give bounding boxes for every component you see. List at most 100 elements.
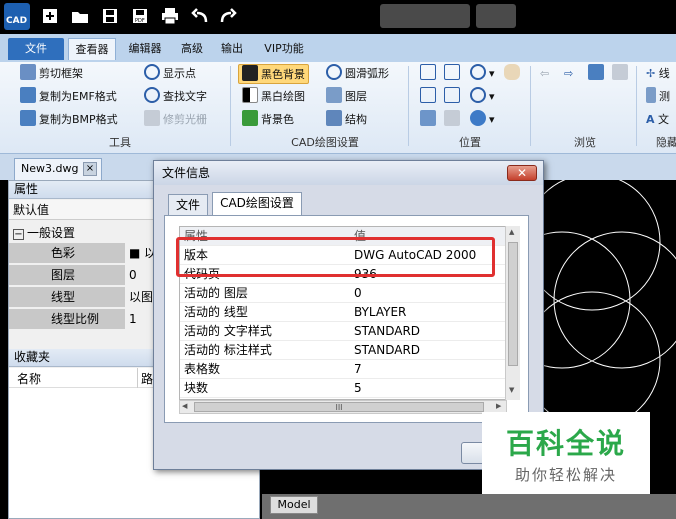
column-header-name[interactable]: 名称 <box>17 370 41 387</box>
export-icon <box>588 64 604 80</box>
arrow-right-icon: ⇨ <box>564 67 574 80</box>
extents-button[interactable] <box>444 87 463 107</box>
black-white-icon <box>242 87 258 103</box>
tab-model[interactable]: Model <box>270 496 318 514</box>
property-name: 色彩 <box>9 243 125 263</box>
clip-frame-button[interactable]: 剪切框架 <box>20 64 83 84</box>
trim-raster-button[interactable]: 修剪光栅 <box>144 110 207 130</box>
zoom-out-button[interactable]: ▾ <box>470 87 495 107</box>
hand-icon <box>504 64 520 80</box>
background-color-button[interactable]: 背景色 <box>242 110 294 130</box>
app-logo-text: CAD <box>6 16 28 26</box>
tab-advanced[interactable]: 高级 <box>174 38 210 60</box>
show-points-button[interactable]: 显示点 <box>144 64 196 84</box>
grid-row[interactable]: 活动的 线型 BYLAYER <box>180 303 508 322</box>
black-background-button[interactable]: 黑色背景 <box>238 64 309 84</box>
document-tab-label: New3.dwg <box>21 162 79 175</box>
position-tool-icon <box>420 110 436 126</box>
layers-button[interactable]: 图层 <box>326 87 367 107</box>
grid-row[interactable]: 块数 5 <box>180 379 508 398</box>
emf-icon <box>20 87 36 103</box>
browse-export-button[interactable] <box>588 64 607 84</box>
hidden-text-button[interactable]: A 文 <box>646 110 669 130</box>
watermark: 百科全说 助你轻松解决 <box>482 412 650 494</box>
black-background-icon <box>242 65 258 81</box>
smooth-arc-button[interactable]: 圆滑弧形 <box>326 64 389 84</box>
grid-row[interactable]: 活动的 标注样式 STANDARD <box>180 341 508 360</box>
zoom-out-icon <box>470 87 486 103</box>
position-tool-disabled-button[interactable] <box>444 110 463 130</box>
save-icon[interactable] <box>100 6 120 26</box>
group-label-cad-settings: CAD绘图设置 <box>291 136 359 149</box>
close-icon[interactable]: × <box>83 162 97 176</box>
layout-tab-strip <box>262 494 676 519</box>
close-icon[interactable]: ✕ <box>507 165 537 181</box>
redo-icon[interactable] <box>218 6 238 26</box>
find-text-button[interactable]: 查找文字 <box>144 87 207 107</box>
save-as-pdf-icon[interactable]: PDF <box>130 6 150 26</box>
tab-viewer[interactable]: 查看器 <box>68 38 116 60</box>
browse-import-button[interactable] <box>612 64 631 84</box>
column-divider <box>137 368 138 388</box>
tab-file[interactable]: 文件 <box>8 38 64 60</box>
tab-vip[interactable]: VIP功能 <box>256 38 312 60</box>
scroll-up-icon[interactable]: ▲ <box>509 228 514 236</box>
group-label-browse: 浏览 <box>574 136 596 149</box>
blurred-title-area <box>380 4 470 28</box>
black-white-button[interactable]: 黑白绘图 <box>242 87 305 107</box>
app-logo-icon[interactable]: CAD <box>4 3 30 30</box>
vertical-scrollbar[interactable]: ▲ ▼ <box>505 226 520 400</box>
column-header-path[interactable]: 路 <box>141 370 153 387</box>
watermark-title: 百科全说 <box>505 427 626 460</box>
trim-raster-icon <box>144 110 160 126</box>
background-color-icon <box>242 110 258 126</box>
grid-row[interactable]: 活动的 图层 0 <box>180 284 508 303</box>
collapse-icon[interactable]: − <box>13 229 24 240</box>
ribbon-panel: 剪切框架 复制为EMF格式 复制为BMP格式 显示点 查找文字 修剪光栅 工具 … <box>0 62 676 154</box>
hidden-line-button[interactable]: ✢ 线 <box>646 64 670 84</box>
bmp-icon <box>20 110 36 126</box>
tab-editor[interactable]: 编辑器 <box>120 38 170 60</box>
print-icon[interactable] <box>160 6 180 26</box>
clip-frame-icon <box>20 64 36 80</box>
grid-row[interactable]: 表格数 7 <box>180 360 508 379</box>
scroll-left-icon[interactable]: ◀ <box>182 402 187 410</box>
scroll-down-icon[interactable]: ▼ <box>509 386 514 394</box>
zoom-window-button[interactable] <box>444 64 463 84</box>
fit-button[interactable] <box>420 87 439 107</box>
horizontal-scrollbar[interactable]: ◀ III ▶ <box>179 400 507 414</box>
position-tool-button[interactable] <box>420 110 439 130</box>
disabled-tool-icon <box>444 110 460 126</box>
undo-icon[interactable] <box>190 6 210 26</box>
copy-emf-button[interactable]: 复制为EMF格式 <box>20 87 117 107</box>
hidden-measure-button[interactable]: 测 <box>646 87 670 107</box>
tab-cad-drawing-settings[interactable]: CAD绘图设置 <box>212 192 302 216</box>
pan-window-button[interactable] <box>420 64 439 84</box>
scroll-thumb[interactable] <box>508 242 518 366</box>
orbit-button[interactable]: ▾ <box>470 110 495 130</box>
zoom-in-button[interactable]: ▾ <box>470 64 495 84</box>
quick-access-toolbar: CAD PDF <box>0 0 676 34</box>
document-tab[interactable]: New3.dwg × <box>14 158 102 180</box>
text-a-icon: A <box>646 113 655 126</box>
new-icon[interactable] <box>40 6 60 26</box>
next-button[interactable]: ⇨ <box>564 64 573 84</box>
blurred-title-area <box>476 4 516 28</box>
find-text-icon <box>144 87 160 103</box>
tab-file-info[interactable]: 文件 <box>168 194 208 216</box>
grid-row[interactable]: 活动的 文字样式 STANDARD <box>180 322 508 341</box>
scroll-right-icon[interactable]: ▶ <box>496 402 501 410</box>
structure-button[interactable]: 结构 <box>326 110 367 130</box>
group-label-tools: 工具 <box>109 136 131 149</box>
tab-output[interactable]: 输出 <box>214 38 250 60</box>
layers-icon <box>326 87 342 103</box>
measure-icon <box>646 87 656 103</box>
scroll-thumb[interactable]: III <box>194 402 484 412</box>
arrow-left-icon: ⇦ <box>540 67 550 80</box>
open-icon[interactable] <box>70 6 90 26</box>
pan-hand-button[interactable] <box>504 64 523 84</box>
orbit-icon <box>470 110 486 126</box>
copy-bmp-button[interactable]: 复制为BMP格式 <box>20 110 118 130</box>
ribbon-tab-bar: 文件 查看器 编辑器 高级 输出 VIP功能 <box>0 34 676 62</box>
previous-button[interactable]: ⇦ <box>540 64 549 84</box>
